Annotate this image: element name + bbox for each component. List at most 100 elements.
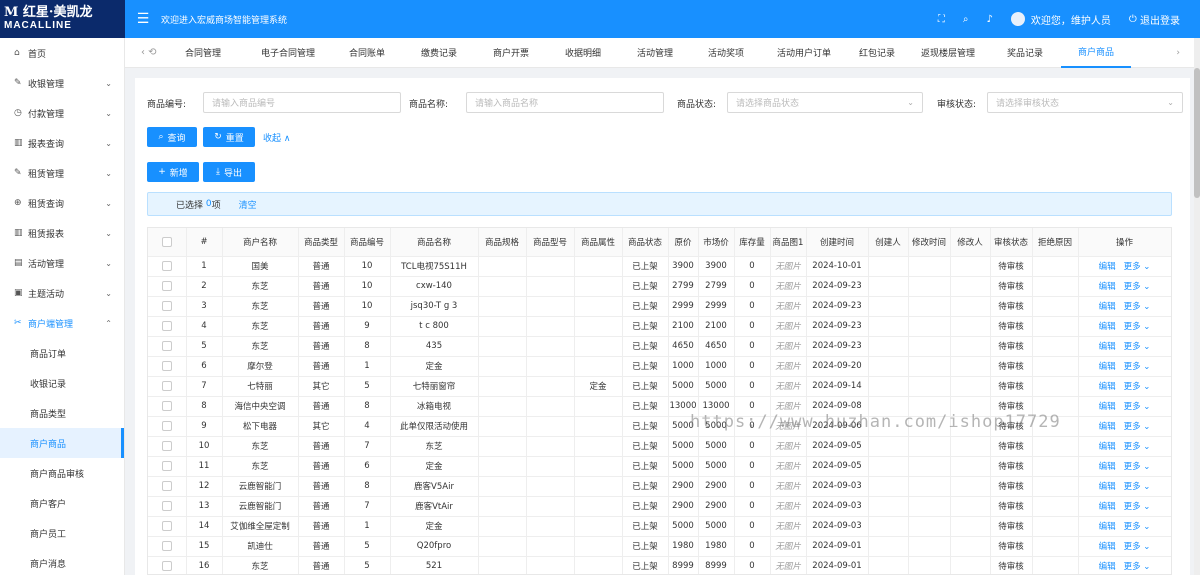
sidebar-item[interactable]: ✎ 收银管理 ⌄	[0, 68, 124, 98]
more-dropdown[interactable]: 更多 ⌄	[1124, 382, 1151, 392]
tab[interactable]: 收据明细	[547, 38, 619, 68]
collapse-link[interactable]: 收起 ∧	[263, 131, 290, 144]
more-dropdown[interactable]: 更多 ⌄	[1124, 502, 1151, 512]
row-checkbox-cell[interactable]	[148, 256, 187, 277]
user-menu[interactable]: 欢迎您，维护人员	[1010, 12, 1111, 27]
tab[interactable]: 商户商品	[1061, 38, 1131, 68]
tab[interactable]: 红包记录	[847, 38, 907, 68]
edit-link[interactable]: 编辑	[1099, 442, 1116, 452]
sidebar-subitem[interactable]: 商户商品	[0, 428, 124, 458]
edit-link[interactable]: 编辑	[1099, 342, 1116, 352]
add-button[interactable]: + 新增	[147, 162, 199, 182]
row-checkbox[interactable]	[161, 540, 172, 551]
tab[interactable]: 活动管理	[619, 38, 691, 68]
row-checkbox-cell[interactable]	[148, 516, 187, 537]
tab[interactable]: 合同账单	[331, 38, 403, 68]
row-checkbox[interactable]	[161, 340, 172, 351]
sidebar-item[interactable]: ▤ 活动管理 ⌄	[0, 248, 124, 278]
row-checkbox-cell[interactable]	[148, 556, 187, 574]
row-checkbox[interactable]	[161, 400, 172, 411]
more-dropdown[interactable]: 更多 ⌄	[1124, 262, 1151, 272]
edit-link[interactable]: 编辑	[1099, 322, 1116, 332]
row-checkbox-cell[interactable]	[148, 476, 187, 497]
edit-link[interactable]: 编辑	[1099, 302, 1116, 312]
sidebar-subitem[interactable]: 商品订单	[0, 338, 124, 368]
more-dropdown[interactable]: 更多 ⌄	[1124, 462, 1151, 472]
product-status-select[interactable]: 请选择商品状态 ⌄	[727, 92, 923, 113]
row-checkbox[interactable]	[161, 420, 172, 431]
edit-link[interactable]: 编辑	[1099, 402, 1116, 412]
row-checkbox-cell[interactable]	[148, 336, 187, 357]
scrollbar-thumb[interactable]	[1194, 68, 1200, 198]
edit-link[interactable]: 编辑	[1099, 542, 1116, 552]
edit-link[interactable]: 编辑	[1099, 482, 1116, 492]
search-icon[interactable]: ⌕	[963, 14, 969, 25]
more-dropdown[interactable]: 更多 ⌄	[1124, 362, 1151, 372]
product-name-input[interactable]: 请输入商品名称	[466, 92, 664, 113]
row-checkbox-cell[interactable]	[148, 396, 187, 417]
sidebar-item[interactable]: ✂ 商户端管理 ⌃	[0, 308, 124, 338]
more-dropdown[interactable]: 更多 ⌄	[1124, 282, 1151, 292]
row-checkbox[interactable]	[161, 500, 172, 511]
tab[interactable]: 缴费记录	[403, 38, 475, 68]
more-dropdown[interactable]: 更多 ⌄	[1124, 422, 1151, 432]
row-checkbox-cell[interactable]	[148, 316, 187, 337]
logout-button[interactable]: ⏻ 退出登录	[1129, 12, 1180, 27]
sidebar-subitem[interactable]: 商户客户	[0, 488, 124, 518]
row-checkbox-cell[interactable]	[148, 496, 187, 517]
product-code-input[interactable]: 请输入商品编号	[203, 92, 401, 113]
row-checkbox[interactable]	[161, 460, 172, 471]
row-checkbox[interactable]	[161, 380, 172, 391]
more-dropdown[interactable]: 更多 ⌄	[1124, 402, 1151, 412]
clear-selection-link[interactable]: 清空	[239, 198, 257, 211]
tab[interactable]: 合同管理	[161, 38, 245, 68]
select-all-checkbox[interactable]	[161, 236, 172, 247]
row-checkbox[interactable]	[161, 480, 172, 491]
row-checkbox[interactable]	[161, 440, 172, 451]
tab-prev-icon[interactable]: ‹ ⟲	[125, 47, 161, 58]
row-checkbox[interactable]	[161, 260, 172, 271]
tab[interactable]: 商户开票	[475, 38, 547, 68]
bell-icon[interactable]: ♪	[987, 14, 993, 25]
tab[interactable]: 返现楼层管理	[907, 38, 989, 68]
row-checkbox[interactable]	[161, 320, 172, 331]
more-dropdown[interactable]: 更多 ⌄	[1124, 522, 1151, 532]
row-checkbox-cell[interactable]	[148, 276, 187, 297]
sidebar-item[interactable]: ▥ 租赁报表 ⌄	[0, 218, 124, 248]
row-checkbox[interactable]	[161, 280, 172, 291]
row-checkbox[interactable]	[161, 360, 172, 371]
reset-button[interactable]: ↻ 重置	[203, 127, 255, 147]
edit-link[interactable]: 编辑	[1099, 562, 1116, 572]
sidebar-item[interactable]: ✎ 租赁管理 ⌄	[0, 158, 124, 188]
sidebar-item[interactable]: ▣ 主题活动 ⌄	[0, 278, 124, 308]
row-checkbox-cell[interactable]	[148, 356, 187, 377]
more-dropdown[interactable]: 更多 ⌄	[1124, 442, 1151, 452]
edit-link[interactable]: 编辑	[1099, 462, 1116, 472]
edit-link[interactable]: 编辑	[1099, 422, 1116, 432]
export-button[interactable]: ⤓ 导出	[203, 162, 255, 182]
search-button[interactable]: ⌕ 查询	[147, 127, 197, 147]
edit-link[interactable]: 编辑	[1099, 522, 1116, 532]
sidebar-item[interactable]: ▥ 报表查询 ⌄	[0, 128, 124, 158]
page-scrollbar[interactable]	[1194, 38, 1200, 575]
more-dropdown[interactable]: 更多 ⌄	[1124, 542, 1151, 552]
more-dropdown[interactable]: 更多 ⌄	[1124, 302, 1151, 312]
tab[interactable]: 活动用户订单	[761, 38, 847, 68]
tab[interactable]: 活动奖项	[691, 38, 761, 68]
hamburger-icon[interactable]: ☰	[125, 11, 161, 27]
sidebar-subitem[interactable]: 商户消息	[0, 548, 124, 575]
sidebar-subitem[interactable]: 商户商品审核	[0, 458, 124, 488]
row-checkbox-cell[interactable]	[148, 436, 187, 457]
row-checkbox-cell[interactable]	[148, 536, 187, 557]
row-checkbox-cell[interactable]	[148, 296, 187, 317]
sidebar-subitem[interactable]: 商品类型	[0, 398, 124, 428]
more-dropdown[interactable]: 更多 ⌄	[1124, 482, 1151, 492]
edit-link[interactable]: 编辑	[1099, 262, 1116, 272]
tab[interactable]: 奖品记录	[989, 38, 1061, 68]
sidebar-item[interactable]: ◷ 付款管理 ⌄	[0, 98, 124, 128]
row-checkbox[interactable]	[161, 520, 172, 531]
more-dropdown[interactable]: 更多 ⌄	[1124, 322, 1151, 332]
row-checkbox-cell[interactable]	[148, 376, 187, 397]
edit-link[interactable]: 编辑	[1099, 362, 1116, 372]
sidebar-item[interactable]: ⊕ 租赁查询 ⌄	[0, 188, 124, 218]
